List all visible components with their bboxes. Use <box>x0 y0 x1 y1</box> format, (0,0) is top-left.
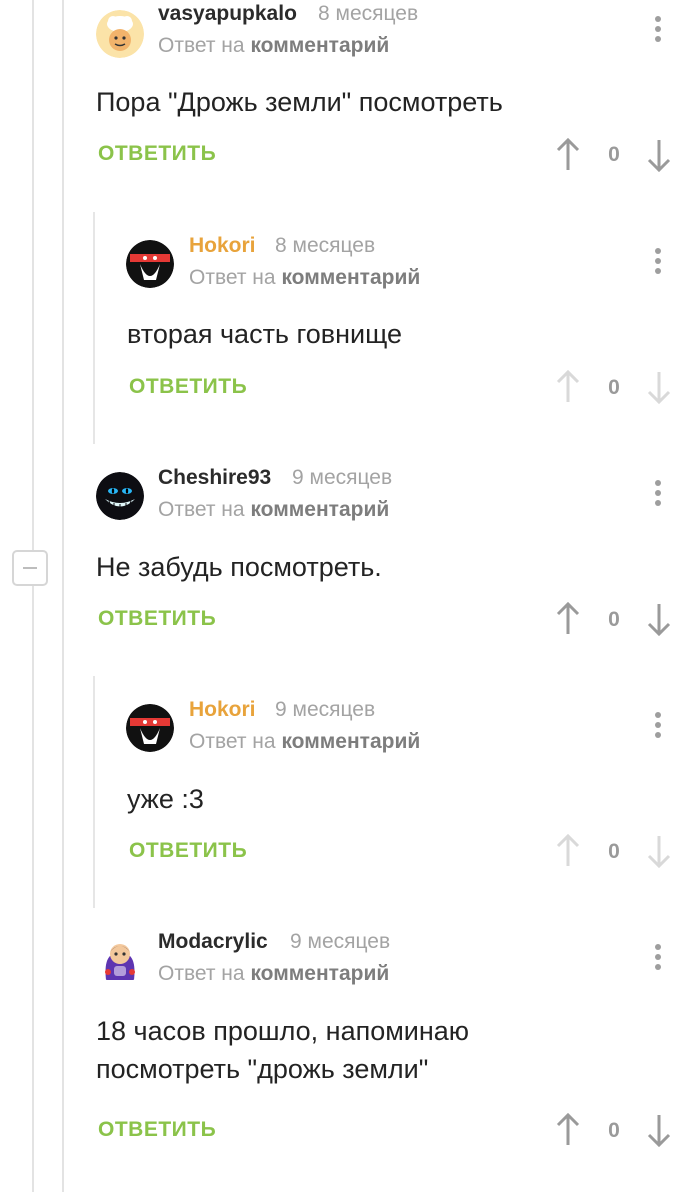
username[interactable]: Hokori <box>189 698 256 722</box>
vote-count: 0 <box>608 376 620 399</box>
reply-to-link[interactable]: комментарий <box>250 34 389 57</box>
reply-to-label: Ответ на комментарий <box>158 34 390 57</box>
reply-to-label: Ответ на комментарий <box>189 266 421 289</box>
more-options-icon[interactable] <box>648 476 668 510</box>
anime-figure-icon <box>96 936 144 984</box>
chef-icon <box>96 10 144 58</box>
vote-down-icon[interactable] <box>646 834 672 868</box>
reply-button[interactable]: ОТВЕТИТЬ <box>129 375 247 399</box>
comment-time: 9 месяцев <box>275 698 376 721</box>
more-options-icon[interactable] <box>648 940 668 974</box>
masked-face-icon <box>126 704 174 752</box>
vote-count: 0 <box>608 840 620 863</box>
reply-to-label: Ответ на комментарий <box>158 498 390 521</box>
masked-face-icon <box>126 240 174 288</box>
vote-count: 0 <box>608 143 620 166</box>
comment-time: 9 месяцев <box>292 466 393 489</box>
username[interactable]: Cheshire93 <box>158 466 271 490</box>
reply-to-label: Ответ на комментарий <box>158 962 390 985</box>
comment-text: уже :3 <box>127 784 204 814</box>
avatar[interactable] <box>96 10 144 58</box>
vote-down-icon[interactable] <box>646 370 672 404</box>
reply-to-link[interactable]: комментарий <box>281 730 420 753</box>
thread-line-inner <box>62 0 64 1192</box>
reply-button[interactable]: ОТВЕТИТЬ <box>98 607 216 631</box>
comment-text: вторая часть говнище <box>127 319 403 349</box>
reply-to-label: Ответ на комментарий <box>189 730 421 753</box>
username[interactable]: vasyapupkalo <box>158 2 297 26</box>
avatar[interactable] <box>126 240 174 288</box>
reply-thread-line <box>93 676 95 908</box>
vote-up-icon[interactable] <box>555 138 581 172</box>
vote-down-icon[interactable] <box>646 1113 672 1147</box>
reply-button[interactable]: ОТВЕТИТЬ <box>98 1118 216 1142</box>
reply-button[interactable]: ОТВЕТИТЬ <box>129 839 247 863</box>
vote-up-icon[interactable] <box>555 370 581 404</box>
vote-down-icon[interactable] <box>646 138 672 172</box>
comment-text: Пора "Дрожь земли" посмотреть <box>96 87 503 117</box>
reply-thread-line <box>93 212 95 444</box>
avatar[interactable] <box>96 472 144 520</box>
reply-to-link[interactable]: комментарий <box>250 498 389 521</box>
avatar[interactable] <box>126 704 174 752</box>
comment-text: 18 часов прошло, напоминаю посмотреть "д… <box>96 1016 470 1084</box>
more-options-icon[interactable] <box>648 12 668 46</box>
reply-button[interactable]: ОТВЕТИТЬ <box>98 142 216 166</box>
more-options-icon[interactable] <box>648 244 668 278</box>
avatar[interactable] <box>96 936 144 984</box>
reply-to-link[interactable]: комментарий <box>281 266 420 289</box>
vote-up-icon[interactable] <box>555 1113 581 1147</box>
comment-time: 9 месяцев <box>290 930 391 953</box>
comment-time: 8 месяцев <box>275 234 376 257</box>
reply-to-link[interactable]: комментарий <box>250 962 389 985</box>
username[interactable]: Hokori <box>189 234 256 258</box>
thread-line-outer <box>32 0 34 1192</box>
vote-count: 0 <box>608 608 620 631</box>
collapse-thread-button[interactable] <box>12 550 48 586</box>
comment-text: Не забудь посмотреть. <box>96 552 382 582</box>
cheshire-cat-icon <box>96 472 144 520</box>
vote-up-icon[interactable] <box>555 834 581 868</box>
vote-down-icon[interactable] <box>646 602 672 636</box>
more-options-icon[interactable] <box>648 708 668 742</box>
comment-time: 8 месяцев <box>318 2 419 25</box>
vote-up-icon[interactable] <box>555 602 581 636</box>
vote-count: 0 <box>608 1119 620 1142</box>
username[interactable]: Modacrylic <box>158 930 268 954</box>
